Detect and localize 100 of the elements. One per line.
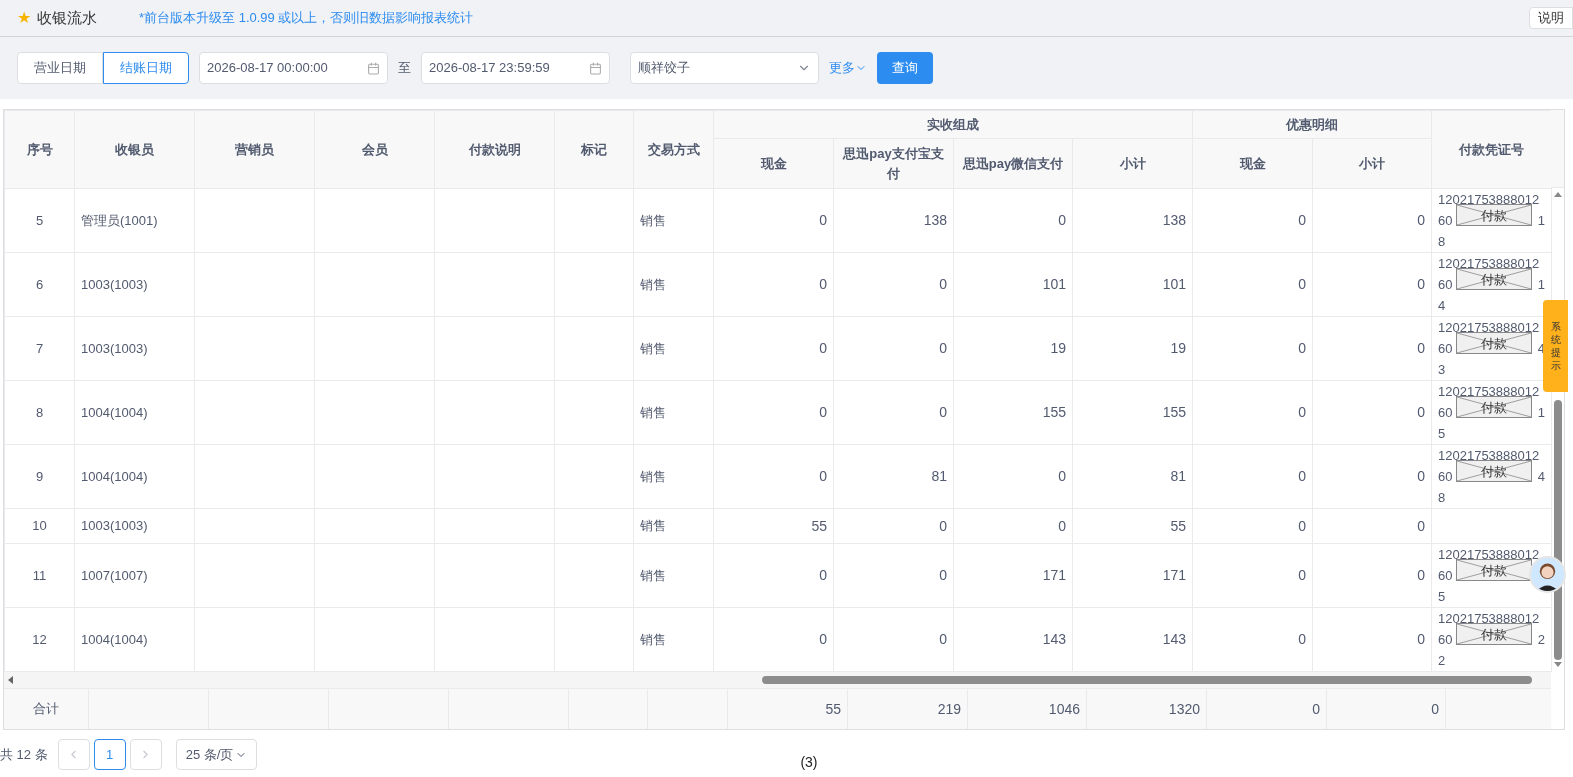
table-cell: 55 — [713, 508, 834, 544]
column-header: 思迅pay微信支付 — [953, 138, 1073, 189]
voucher-number: 5 — [1438, 588, 1447, 606]
payment-image: 付款 — [1456, 396, 1532, 418]
table-cell: 11 — [4, 543, 75, 608]
table-cell: 19 — [953, 316, 1073, 381]
table-cell: 12 — [4, 607, 75, 672]
table-cell: 0 — [833, 380, 954, 445]
column-group-header: 实收组成 — [713, 110, 1193, 139]
table-cell: 10 — [4, 508, 75, 544]
column-header: 思迅pay支付宝支付 — [833, 138, 954, 189]
total-count: 共 12 条 — [0, 745, 48, 764]
payment-image: 付款 — [1456, 204, 1532, 226]
table-cell: 1003(1003) — [74, 316, 195, 381]
table-cell: 1007(1007) — [74, 543, 195, 608]
voucher-number: 4 — [1537, 468, 1545, 486]
voucher-number: 1 — [1537, 212, 1545, 230]
voucher-number: 5 — [1438, 425, 1447, 443]
scroll-up-icon[interactable] — [1553, 192, 1562, 197]
table-cell: 0 — [833, 252, 954, 317]
table-cell: 1003(1003) — [74, 252, 195, 317]
voucher-number: 60 — [1438, 340, 1453, 358]
end-date-field[interactable]: 2026-08-17 23:59:59 — [421, 52, 610, 84]
system-tip-tab[interactable]: 系统提示 — [1543, 300, 1568, 392]
column-header: 付款凭证号 — [1431, 110, 1552, 189]
table-cell: 7 — [4, 316, 75, 381]
table-cell: 0 — [713, 188, 834, 253]
column-group-header: 优惠明细 — [1192, 110, 1432, 139]
table-cell: 0 — [1192, 444, 1313, 509]
table-cell: 155 — [953, 380, 1073, 445]
table-cell: 销售 — [633, 188, 714, 253]
table-cell: 0 — [1192, 252, 1313, 317]
table-cell: 销售 — [633, 316, 714, 381]
payment-image: 付款 — [1456, 559, 1532, 581]
table-cell: 171 — [1072, 543, 1193, 608]
table-cell: 0 — [833, 543, 954, 608]
table-cell: 0 — [1312, 508, 1432, 544]
horizontal-scrollbar[interactable] — [4, 672, 1551, 688]
table-cell: 9 — [4, 444, 75, 509]
table-cell: 0 — [713, 316, 834, 381]
table-cell: 0 — [1312, 316, 1432, 381]
voucher-number: 60 — [1438, 631, 1453, 649]
total-cell: 1046 — [968, 689, 1087, 729]
voucher-number: 60 — [1438, 468, 1453, 486]
table-cell: 101 — [953, 252, 1073, 317]
payment-image: 付款 — [1456, 460, 1532, 482]
table-cell: 171 — [953, 543, 1073, 608]
table-cell: 1004(1004) — [74, 444, 195, 509]
table-cell: 0 — [1312, 380, 1432, 445]
date-type-tab[interactable]: 营业日期 — [17, 52, 103, 84]
table-cell: 0 — [713, 444, 834, 509]
column-header: 付款说明 — [434, 110, 555, 189]
table-cell: 0 — [833, 508, 954, 544]
voucher-number: 60 — [1438, 212, 1453, 230]
page-size-select[interactable]: 25 条/页 — [175, 739, 258, 770]
voucher-number: 60 — [1438, 567, 1453, 585]
table-cell: 0 — [1192, 543, 1313, 608]
table-cell: 销售 — [633, 508, 714, 544]
help-button[interactable]: 说明 — [1529, 7, 1573, 29]
total-label: 合计 — [4, 689, 89, 729]
table-cell: 138 — [1072, 188, 1193, 253]
table-cell: 5 — [4, 188, 75, 253]
column-header: 序号 — [4, 110, 75, 189]
total-cell: 0 — [1327, 689, 1446, 729]
date-type-tab[interactable]: 结账日期 — [103, 52, 189, 84]
total-cell: 219 — [848, 689, 968, 729]
table-cell: 138 — [833, 188, 954, 253]
table-cell: 0 — [1312, 188, 1432, 253]
table-cell: 销售 — [633, 380, 714, 445]
total-cell: 1320 — [1087, 689, 1207, 729]
table-cell: 0 — [833, 607, 954, 672]
scroll-down-icon[interactable] — [1553, 662, 1562, 667]
calendar-icon — [589, 61, 602, 75]
table-cell: 0 — [1192, 188, 1313, 253]
voucher-number: 8 — [1438, 489, 1447, 507]
table-cell: 81 — [833, 444, 954, 509]
voucher-number: 2 — [1537, 631, 1545, 649]
table-cell: 0 — [1312, 444, 1432, 509]
total-cell: 0 — [1207, 689, 1327, 729]
range-separator: 至 — [398, 59, 411, 78]
table-cell: 0 — [1312, 543, 1432, 608]
column-header: 营销员 — [194, 110, 315, 189]
voucher-number: 1 — [1537, 276, 1545, 294]
table-cell: 0 — [953, 508, 1073, 544]
table-cell: 0 — [1312, 252, 1432, 317]
column-header: 标记 — [554, 110, 634, 189]
voucher-number: 3 — [1438, 361, 1447, 379]
table-cell: 143 — [1072, 607, 1193, 672]
voucher-number: 8 — [1438, 233, 1447, 251]
voucher-number: 60 — [1438, 276, 1453, 294]
table-cell: 0 — [713, 380, 834, 445]
store-select[interactable]: 顺祥饺子 — [630, 52, 819, 84]
table-cell: 0 — [1192, 607, 1313, 672]
start-date-field[interactable]: 2026-08-17 00:00:00 — [199, 52, 388, 84]
table-cell: 销售 — [633, 543, 714, 608]
table-cell: 81 — [1072, 444, 1193, 509]
table-cell: 19 — [1072, 316, 1193, 381]
column-header: 收银员 — [74, 110, 195, 189]
column-header: 小计 — [1312, 138, 1432, 189]
table-cell: 0 — [713, 252, 834, 317]
